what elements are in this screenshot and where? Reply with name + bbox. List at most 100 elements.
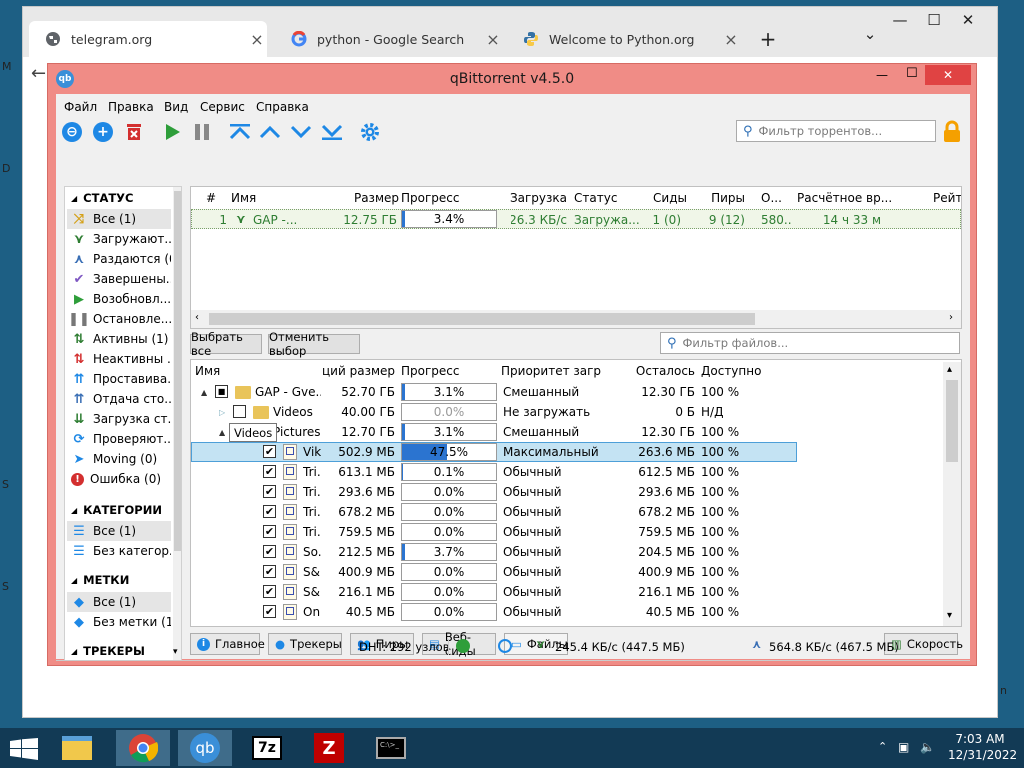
tag-item-untagged[interactable]: ◆ Без метки (1) — [67, 612, 171, 632]
hscrollbar-thumb[interactable] — [209, 313, 755, 325]
vscrollbar-thumb[interactable] — [946, 380, 958, 462]
expand-icon[interactable]: ▷ — [219, 402, 225, 422]
file-checkbox[interactable]: ✔ — [263, 465, 276, 478]
sidebar-status-item[interactable]: ⇊ Загрузка ст... — [67, 409, 171, 429]
taskbar-filezilla[interactable]: Z — [302, 730, 356, 766]
menu-file[interactable]: Файл — [64, 100, 97, 114]
sidebar-status-item[interactable]: ⇈ Отдача сто... — [67, 389, 171, 409]
close-icon[interactable]: × — [247, 30, 267, 49]
minimize-button[interactable]: — — [876, 68, 888, 82]
column-header[interactable]: ций размер — [309, 360, 395, 382]
speed-limit-icon[interactable] — [498, 639, 512, 653]
options-button[interactable] — [358, 120, 382, 144]
column-header[interactable]: О... — [761, 187, 785, 209]
column-header[interactable]: Сиды — [641, 187, 687, 209]
move-down-button[interactable] — [289, 120, 313, 144]
connection-status-icon[interactable] — [456, 639, 470, 653]
file-list-vscrollbar[interactable]: ▴ ▾ — [943, 362, 961, 626]
menu-help[interactable]: Справка — [256, 100, 309, 114]
file-priority[interactable]: Обычный — [503, 562, 601, 582]
scroll-up-arrow-icon[interactable]: ▴ — [947, 364, 952, 375]
file-checkbox[interactable]: ✔ — [263, 605, 276, 618]
column-header[interactable]: # — [197, 187, 225, 209]
browser-tab-python[interactable]: Welcome to Python.org × — [507, 21, 741, 57]
sidebar-status-item[interactable]: ⟳ Проверяют... — [67, 429, 171, 449]
sidebar-status-item[interactable]: ! Ошибка (0) — [67, 469, 171, 489]
new-tab-button[interactable]: + — [753, 27, 783, 51]
show-hidden-icons-icon[interactable]: ⌃ — [878, 740, 887, 753]
column-header[interactable]: Имя — [195, 360, 295, 382]
torrent-list-hscrollbar[interactable]: ‹ › — [191, 310, 961, 328]
network-icon[interactable]: ▣ — [898, 740, 909, 754]
collapse-icon[interactable]: ▲ — [201, 382, 207, 402]
scroll-left-arrow-icon[interactable]: ‹ — [195, 312, 199, 323]
tag-item-all[interactable]: ◆ Все (1) — [67, 592, 171, 612]
column-header[interactable]: Осталось — [603, 360, 695, 382]
menu-view[interactable]: Вид — [164, 100, 188, 114]
status-header[interactable]: ◢ СТАТУС — [71, 191, 134, 205]
deselect-button[interactable]: Отменить выбор — [268, 330, 360, 358]
category-item-all[interactable]: ☰ Все (1) — [67, 521, 171, 541]
sidebar-status-item[interactable]: ⇅ Активны (1) — [67, 329, 171, 349]
column-header[interactable]: Загрузка — [501, 187, 567, 209]
column-header[interactable]: Доступно — [701, 360, 761, 382]
close-icon[interactable]: × — [721, 30, 741, 49]
add-link-button[interactable]: ⊖ — [60, 120, 84, 144]
taskbar-7zip[interactable]: 7z — [240, 730, 294, 766]
back-arrow-icon[interactable]: ← — [31, 63, 46, 84]
scroll-right-arrow-icon[interactable]: › — [949, 312, 953, 323]
delete-button[interactable] — [122, 120, 146, 144]
move-top-button[interactable] — [228, 120, 252, 144]
sidebar-status-item[interactable]: ⋎ Загружают... — [67, 229, 171, 249]
sidebar-scrollbar[interactable]: ▾ — [173, 187, 181, 660]
column-header[interactable]: Рейт — [933, 187, 961, 209]
browser-tab-google[interactable]: python - Google Search × — [275, 21, 503, 57]
close-button[interactable]: ✕ — [925, 65, 971, 85]
browser-tab-telegram[interactable]: telegram.org × — [29, 21, 267, 57]
file-priority[interactable]: Обычный — [503, 482, 601, 502]
menu-edit[interactable]: Правка — [108, 100, 154, 114]
file-priority[interactable]: Обычный — [503, 502, 601, 522]
sidebar-status-item[interactable]: ⇅ Неактивны ... — [67, 349, 171, 369]
taskbar-qbittorrent[interactable]: qb — [178, 730, 232, 766]
volume-icon[interactable]: 🔈 — [920, 740, 935, 754]
clock[interactable]: 7:03 AM 12/31/2022 — [948, 732, 1017, 762]
file-checkbox[interactable]: ✔ — [263, 545, 276, 558]
taskbar-file-explorer[interactable] — [50, 730, 104, 766]
close-icon[interactable]: × — [483, 30, 503, 49]
sidebar-status-item[interactable]: ⤨ Все (1) — [67, 209, 171, 229]
pause-button[interactable] — [190, 120, 214, 144]
file-checkbox[interactable]: ✔ — [263, 505, 276, 518]
taskbar-chrome[interactable] — [116, 730, 170, 766]
file-priority[interactable]: Обычный — [503, 602, 601, 622]
file-priority[interactable]: Максимальный — [503, 442, 601, 462]
column-header[interactable]: Расчётное вр... — [797, 187, 897, 209]
file-priority[interactable]: Обычный — [503, 542, 601, 562]
file-priority[interactable]: Смешанный — [503, 382, 601, 402]
collapse-icon[interactable]: ▲ — [219, 422, 225, 442]
file-checkbox[interactable]: ■ — [215, 385, 228, 398]
file-checkbox[interactable]: ✔ — [263, 485, 276, 498]
torrent-filter-input[interactable]: ⚲ Фильтр торрентов... — [736, 120, 936, 142]
maximize-button[interactable]: ☐ — [906, 66, 918, 81]
file-priority[interactable]: Не загружать — [503, 402, 601, 422]
file-checkbox[interactable]: ✔ — [263, 445, 276, 458]
select-all-button[interactable]: Выбрать все — [190, 330, 262, 358]
column-header[interactable]: Размер — [309, 187, 399, 209]
add-torrent-button[interactable]: + — [91, 120, 115, 144]
file-priority[interactable]: Обычный — [503, 522, 601, 542]
move-bottom-button[interactable] — [320, 120, 344, 144]
browser-close-button[interactable]: ✕ — [953, 11, 983, 29]
column-header[interactable]: Имя — [231, 187, 291, 209]
column-header[interactable]: Статус — [574, 187, 644, 209]
sidebar-status-item[interactable]: ❚❚ Остановле... — [67, 309, 171, 329]
column-header[interactable]: Приоритет загру — [501, 360, 601, 382]
categories-header[interactable]: ◢ КАТЕГОРИИ — [71, 503, 162, 517]
scroll-down-arrow-icon[interactable]: ▾ — [947, 610, 952, 621]
sidebar-status-item[interactable]: ➤ Moving (0) — [67, 449, 171, 469]
lock-icon[interactable] — [942, 120, 962, 144]
category-item-uncategorized[interactable]: ☰ Без категор... — [67, 541, 171, 561]
file-priority[interactable]: Обычный — [503, 582, 601, 602]
move-up-button[interactable] — [258, 120, 282, 144]
file-priority[interactable]: Обычный — [503, 462, 601, 482]
